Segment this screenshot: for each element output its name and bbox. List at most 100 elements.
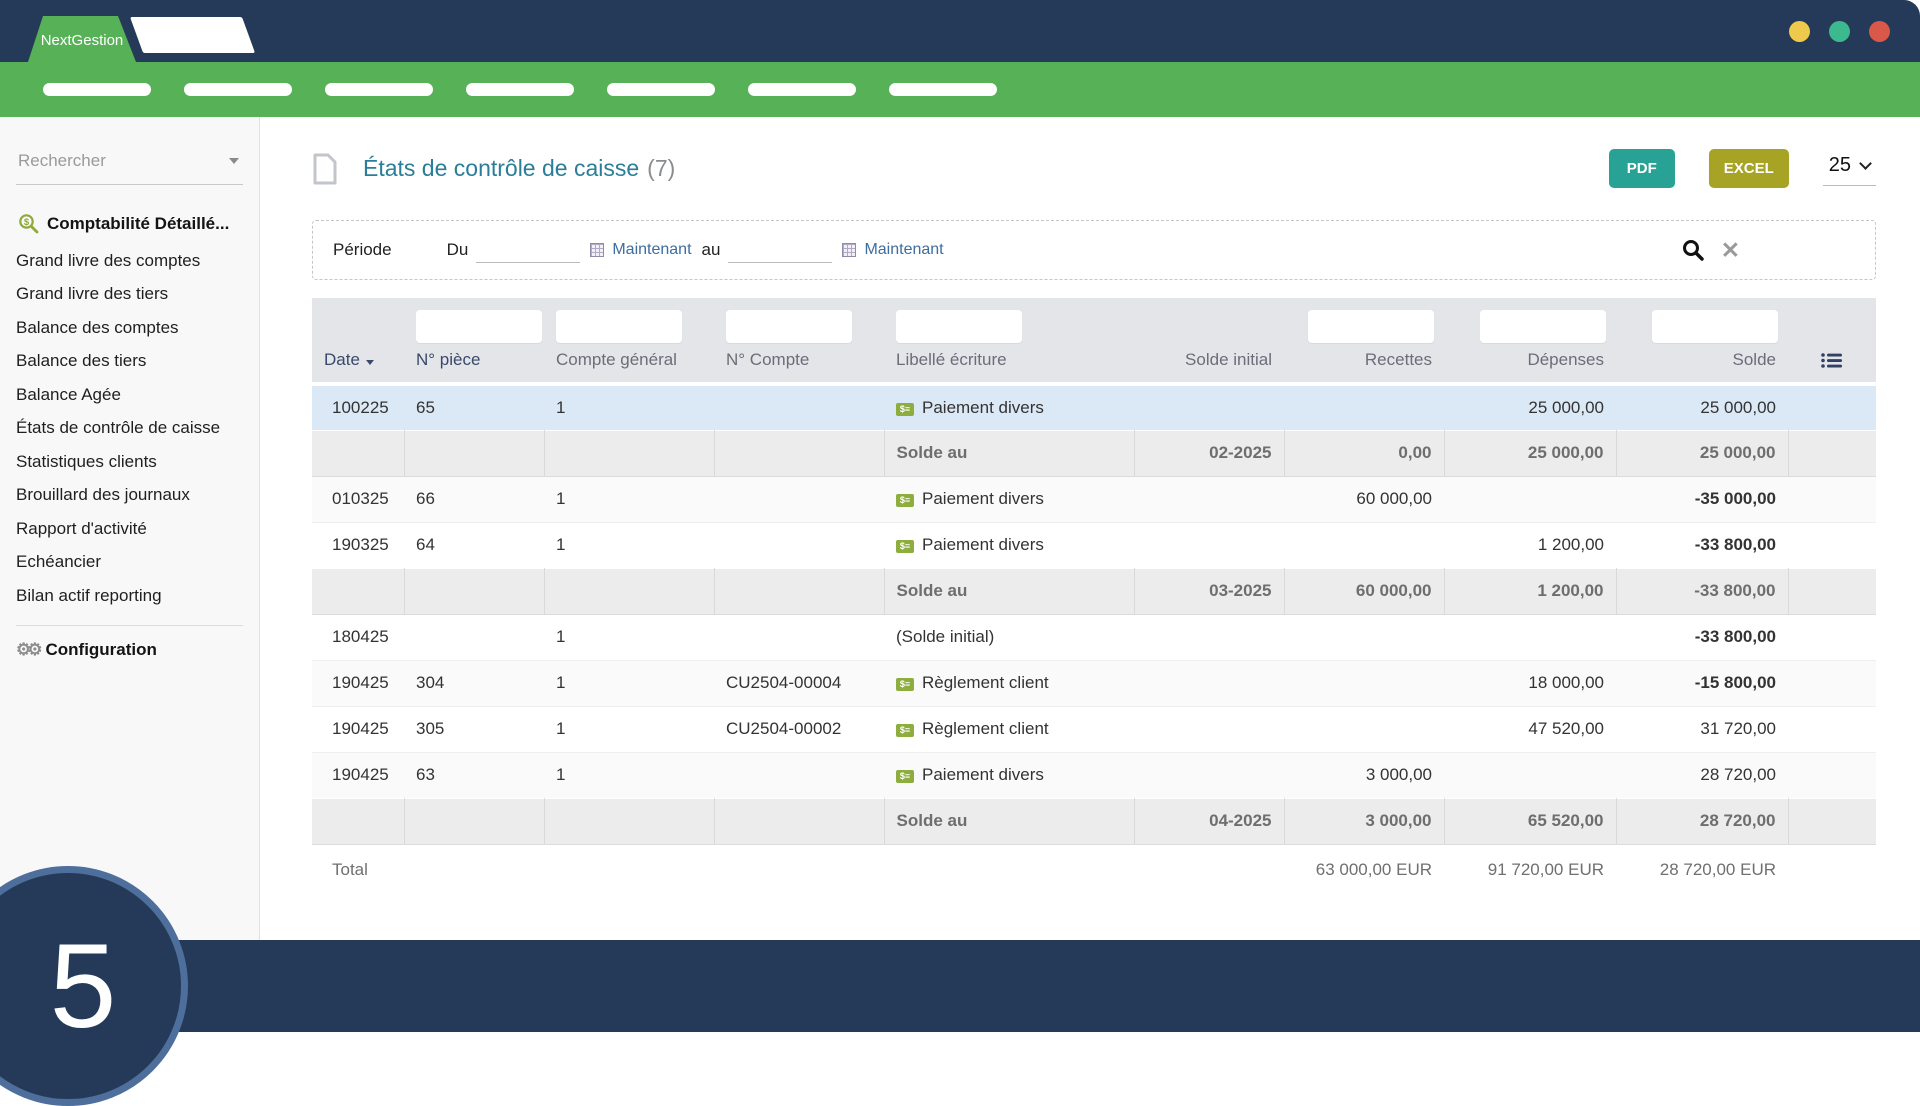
cell-si	[1134, 844, 1284, 896]
sidebar-item[interactable]: Statistiques clients	[16, 445, 243, 479]
table-row[interactable]: 100225651$≡Paiement divers25 000,0025 00…	[312, 384, 1876, 430]
column-filter-input-cg[interactable]	[556, 310, 682, 343]
date-from-input[interactable]	[476, 237, 580, 263]
pdf-export-button[interactable]: PDF	[1609, 149, 1675, 188]
window-controls	[1789, 0, 1890, 62]
sidebar-item[interactable]: Bilan actif reporting	[16, 579, 243, 613]
nav-pill[interactable]	[43, 83, 151, 96]
sidebar-item[interactable]: Balance des comptes	[16, 311, 243, 345]
now-link-to[interactable]: Maintenant	[864, 241, 943, 259]
search-icon[interactable]	[1681, 238, 1705, 262]
cell-lib: (Solde initial)	[884, 614, 1134, 660]
sidebar-section-comptabilite[interactable]: $ Comptabilité Détaillé...	[18, 213, 243, 234]
cell-nc	[714, 752, 884, 798]
table-row[interactable]: 1804251(Solde initial)-33 800,00	[312, 614, 1876, 660]
main-content: États de contrôle de caisse (7) PDF EXCE…	[260, 117, 1920, 940]
sidebar-item[interactable]: Grand livre des comptes	[16, 244, 243, 278]
nav-pill[interactable]	[466, 83, 574, 96]
sidebar-item[interactable]: Brouillard des journaux	[16, 479, 243, 513]
column-header-si[interactable]: Solde initial	[1134, 344, 1284, 384]
document-icon	[312, 153, 338, 185]
cell-solde: -15 800,00	[1616, 660, 1788, 706]
cell-lib: Solde au	[884, 798, 1134, 844]
sidebar-item[interactable]: Rapport d'activité	[16, 512, 243, 546]
cell-nc	[714, 522, 884, 568]
date-to-input[interactable]	[728, 237, 832, 263]
column-header-dep[interactable]: Dépenses	[1444, 344, 1616, 384]
excel-export-button[interactable]: EXCEL	[1709, 149, 1789, 188]
cell-solde: 25 000,00	[1616, 384, 1788, 430]
cell-date: 190425	[312, 752, 404, 798]
nav-pill[interactable]	[184, 83, 292, 96]
sidebar-item[interactable]: Balance Agée	[16, 378, 243, 412]
column-header-piece[interactable]: N° pièce	[404, 344, 544, 384]
chevron-down-icon	[229, 158, 239, 164]
column-header-date[interactable]: Date	[312, 344, 404, 384]
nav-pill[interactable]	[607, 83, 715, 96]
table-row[interactable]: 190425631$≡Paiement divers3 000,0028 720…	[312, 752, 1876, 798]
sidebar-item[interactable]: Balance des tiers	[16, 345, 243, 379]
page-size-select[interactable]: 25	[1823, 152, 1876, 186]
column-header-columns[interactable]	[1788, 344, 1876, 384]
column-filter-input-rec[interactable]	[1308, 310, 1434, 343]
calendar-icon[interactable]	[590, 243, 604, 257]
table-row[interactable]: 1904253051CU2504-00002$≡Règlement client…	[312, 706, 1876, 752]
window-dot[interactable]	[1789, 21, 1810, 42]
filter-cell	[1444, 298, 1616, 344]
table-row[interactable]: 010325661$≡Paiement divers60 000,00-35 0…	[312, 476, 1876, 522]
filter-cell	[544, 298, 714, 344]
close-icon[interactable]: ✕	[1721, 239, 1740, 262]
table-row[interactable]: 1904253041CU2504-00004$≡Règlement client…	[312, 660, 1876, 706]
cell-si	[1134, 614, 1284, 660]
filter-cell	[714, 298, 884, 344]
filter-cell	[1616, 298, 1788, 344]
now-link-from[interactable]: Maintenant	[612, 241, 691, 259]
cell-cg: 1	[544, 522, 714, 568]
column-filter-input-piece[interactable]	[416, 310, 542, 343]
cell-piece: 66	[404, 476, 544, 522]
calendar-icon[interactable]	[842, 243, 856, 257]
sidebar-search-select[interactable]: Rechercher	[16, 151, 243, 185]
column-header-lib[interactable]: Libellé écriture	[884, 344, 1134, 384]
column-filter-input-dep[interactable]	[1480, 310, 1606, 343]
cell-rec: 0,00	[1284, 430, 1444, 476]
column-header-solde[interactable]: Solde	[1616, 344, 1788, 384]
cell-date	[312, 430, 404, 476]
chevron-down-icon	[1859, 157, 1872, 170]
sidebar-item[interactable]: États de contrôle de caisse	[16, 412, 243, 446]
column-filter-input-nc[interactable]	[726, 310, 852, 343]
column-header-rec[interactable]: Recettes	[1284, 344, 1444, 384]
cell-cg	[544, 798, 714, 844]
column-header-label: N° Compte	[726, 350, 809, 369]
cell-nc	[714, 568, 884, 614]
cell-date: 100225	[312, 384, 404, 430]
nav-pill[interactable]	[748, 83, 856, 96]
nav-pill[interactable]	[325, 83, 433, 96]
cell-lib: $≡Règlement client	[884, 706, 1134, 752]
sidebar-menu: Grand livre des comptesGrand livre des t…	[16, 244, 243, 613]
column-header-label: Date	[324, 350, 360, 369]
sidebar-item-configuration[interactable]: ⚙⚙ Configuration	[16, 640, 243, 660]
cell-piece: 64	[404, 522, 544, 568]
window-dot[interactable]	[1869, 21, 1890, 42]
column-header-nc[interactable]: N° Compte	[714, 344, 884, 384]
brand-tab[interactable]: NextGestion	[28, 16, 136, 62]
nav-pill[interactable]	[889, 83, 997, 96]
table-row[interactable]: 190325641$≡Paiement divers1 200,00-33 80…	[312, 522, 1876, 568]
brand-slab-shape	[130, 17, 255, 53]
cell-rec	[1284, 384, 1444, 430]
cell-si: 03-2025	[1134, 568, 1284, 614]
total-depenses: 91 720,00 EUR	[1444, 844, 1616, 896]
columns-list-icon[interactable]	[1821, 352, 1843, 369]
column-filter-input-lib[interactable]	[896, 310, 1022, 343]
sidebar-item[interactable]: Grand livre des tiers	[16, 278, 243, 312]
sidebar-item[interactable]: Echéancier	[16, 546, 243, 580]
step-number: 5	[50, 917, 117, 1055]
cell-si	[1134, 522, 1284, 568]
column-header-label: Solde initial	[1185, 350, 1272, 369]
window-dot[interactable]	[1829, 21, 1850, 42]
column-header-cg[interactable]: Compte général	[544, 344, 714, 384]
column-filter-input-solde[interactable]	[1652, 310, 1778, 343]
cell-lib: $≡Paiement divers	[884, 476, 1134, 522]
column-header-label: N° pièce	[416, 350, 480, 369]
